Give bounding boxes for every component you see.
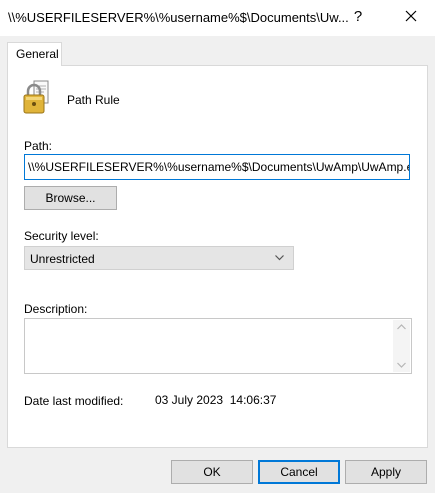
tab-general-label: General (16, 47, 59, 61)
path-input-value: \\%USERFILESERVER%\%username%$\Documents… (28, 160, 410, 174)
tab-general[interactable]: General (7, 42, 62, 66)
title-bar: \\%USERFILESERVER%\%username%$\Documents… (0, 0, 435, 36)
security-level-value: Unrestricted (30, 252, 95, 266)
description-textarea[interactable] (24, 318, 412, 374)
scroll-up-icon[interactable] (397, 324, 406, 330)
rule-type-label: Path Rule (67, 93, 120, 107)
description-label: Description: (24, 302, 88, 316)
path-label: Path: (24, 139, 53, 153)
security-level-label: Security level: (24, 229, 99, 243)
padlock-document-icon (23, 80, 49, 114)
help-button[interactable]: ? (348, 8, 368, 25)
path-input[interactable]: \\%USERFILESERVER%\%username%$\Documents… (24, 154, 410, 180)
browse-button[interactable]: Browse... (24, 186, 117, 210)
security-level-select[interactable]: Unrestricted (24, 246, 294, 270)
window-title: \\%USERFILESERVER%\%username%$\Documents… (8, 10, 349, 25)
cancel-button[interactable]: Cancel (258, 460, 340, 484)
ok-button[interactable]: OK (171, 460, 253, 484)
chevron-down-icon (275, 255, 284, 261)
date-modified-value: 03 July 2023 14:06:37 (155, 393, 277, 407)
description-scrollbar[interactable] (393, 320, 410, 372)
close-button[interactable] (396, 3, 426, 31)
date-modified-label: Date last modified: (24, 394, 124, 408)
apply-button[interactable]: Apply (345, 460, 427, 484)
scroll-down-icon[interactable] (397, 362, 406, 368)
close-icon (405, 10, 417, 22)
